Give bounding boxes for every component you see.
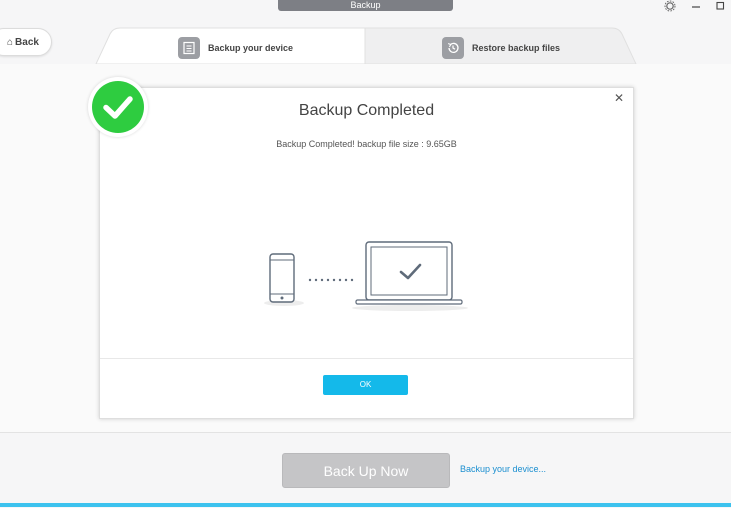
transfer-dots-icon bbox=[308, 278, 354, 282]
tab-backup-device-label: Backup your device bbox=[208, 43, 294, 53]
top-navigation-bar bbox=[0, 12, 731, 65]
back-button[interactable]: ⌂ Back bbox=[0, 28, 52, 56]
back-button-label: Back bbox=[15, 37, 39, 48]
device-to-computer-illustration bbox=[264, 241, 468, 311]
dialog-divider bbox=[100, 358, 633, 359]
maximize-icon[interactable] bbox=[716, 0, 725, 12]
dialog-title: Backup Completed bbox=[298, 102, 435, 119]
tab-strip-shape bbox=[95, 27, 637, 64]
ok-button[interactable]: OK bbox=[323, 375, 408, 395]
laptop-shadow bbox=[352, 305, 468, 311]
minimize-button[interactable] bbox=[692, 0, 700, 12]
backup-completed-dialog: ✕ Backup Completed Backup Completed! bac… bbox=[99, 87, 634, 419]
progress-bar bbox=[0, 503, 731, 507]
restore-clock-icon bbox=[442, 37, 464, 59]
dialog-message: Backup Completed! backup file size : 9.6… bbox=[276, 139, 457, 149]
phone-icon bbox=[269, 253, 295, 303]
backup-your-device-link[interactable]: Backup your device... bbox=[460, 464, 546, 474]
tab-backup-device[interactable]: Backup your device bbox=[178, 34, 293, 62]
back-up-now-button[interactable]: Back Up Now bbox=[282, 453, 450, 488]
document-list-icon bbox=[178, 37, 200, 59]
tab-restore-backup-label: Restore backup files bbox=[472, 43, 561, 53]
back-arrow-icon: ⌂ bbox=[7, 37, 14, 48]
success-check-icon bbox=[88, 77, 148, 137]
tab-restore-backup[interactable]: Restore backup files bbox=[442, 34, 560, 62]
window-title: Backup bbox=[278, 0, 453, 11]
gear-icon[interactable] bbox=[664, 0, 676, 12]
